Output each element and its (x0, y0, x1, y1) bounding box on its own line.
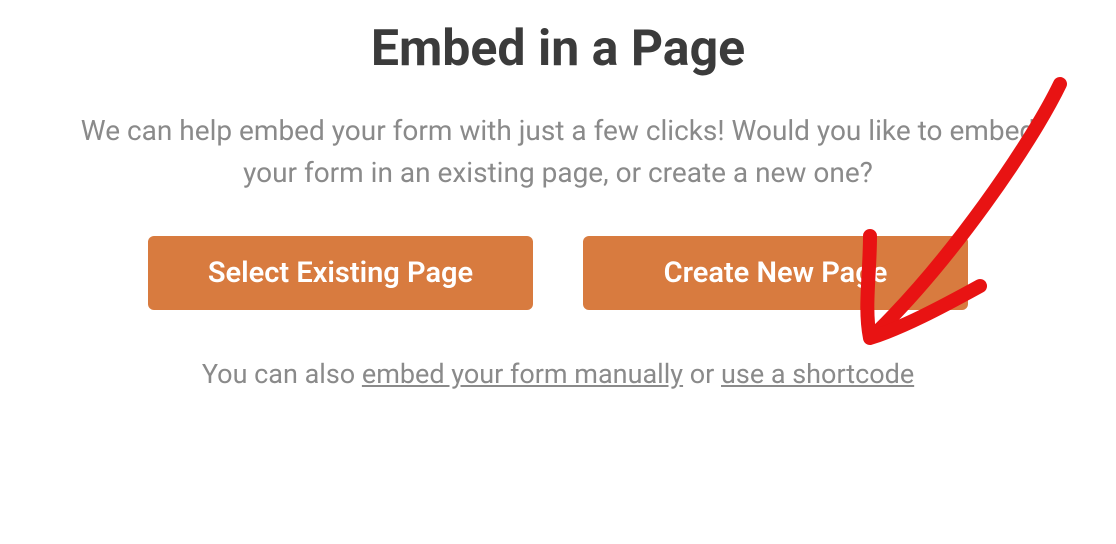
dialog-title: Embed in a Page (0, 20, 1116, 78)
use-shortcode-link[interactable]: use a shortcode (721, 358, 914, 390)
button-row: Select Existing Page Create New Page (0, 236, 1116, 310)
footer-text: You can also embed your form manually or… (0, 358, 1116, 390)
create-new-page-button[interactable]: Create New Page (583, 236, 968, 310)
footer-prefix: You can also (202, 358, 362, 390)
embed-manually-link[interactable]: embed your form manually (362, 358, 683, 390)
footer-middle: or (683, 358, 721, 390)
select-existing-page-button[interactable]: Select Existing Page (148, 236, 533, 310)
dialog-description: We can help embed your form with just a … (38, 110, 1078, 194)
embed-dialog: Embed in a Page We can help embed your f… (0, 0, 1116, 390)
